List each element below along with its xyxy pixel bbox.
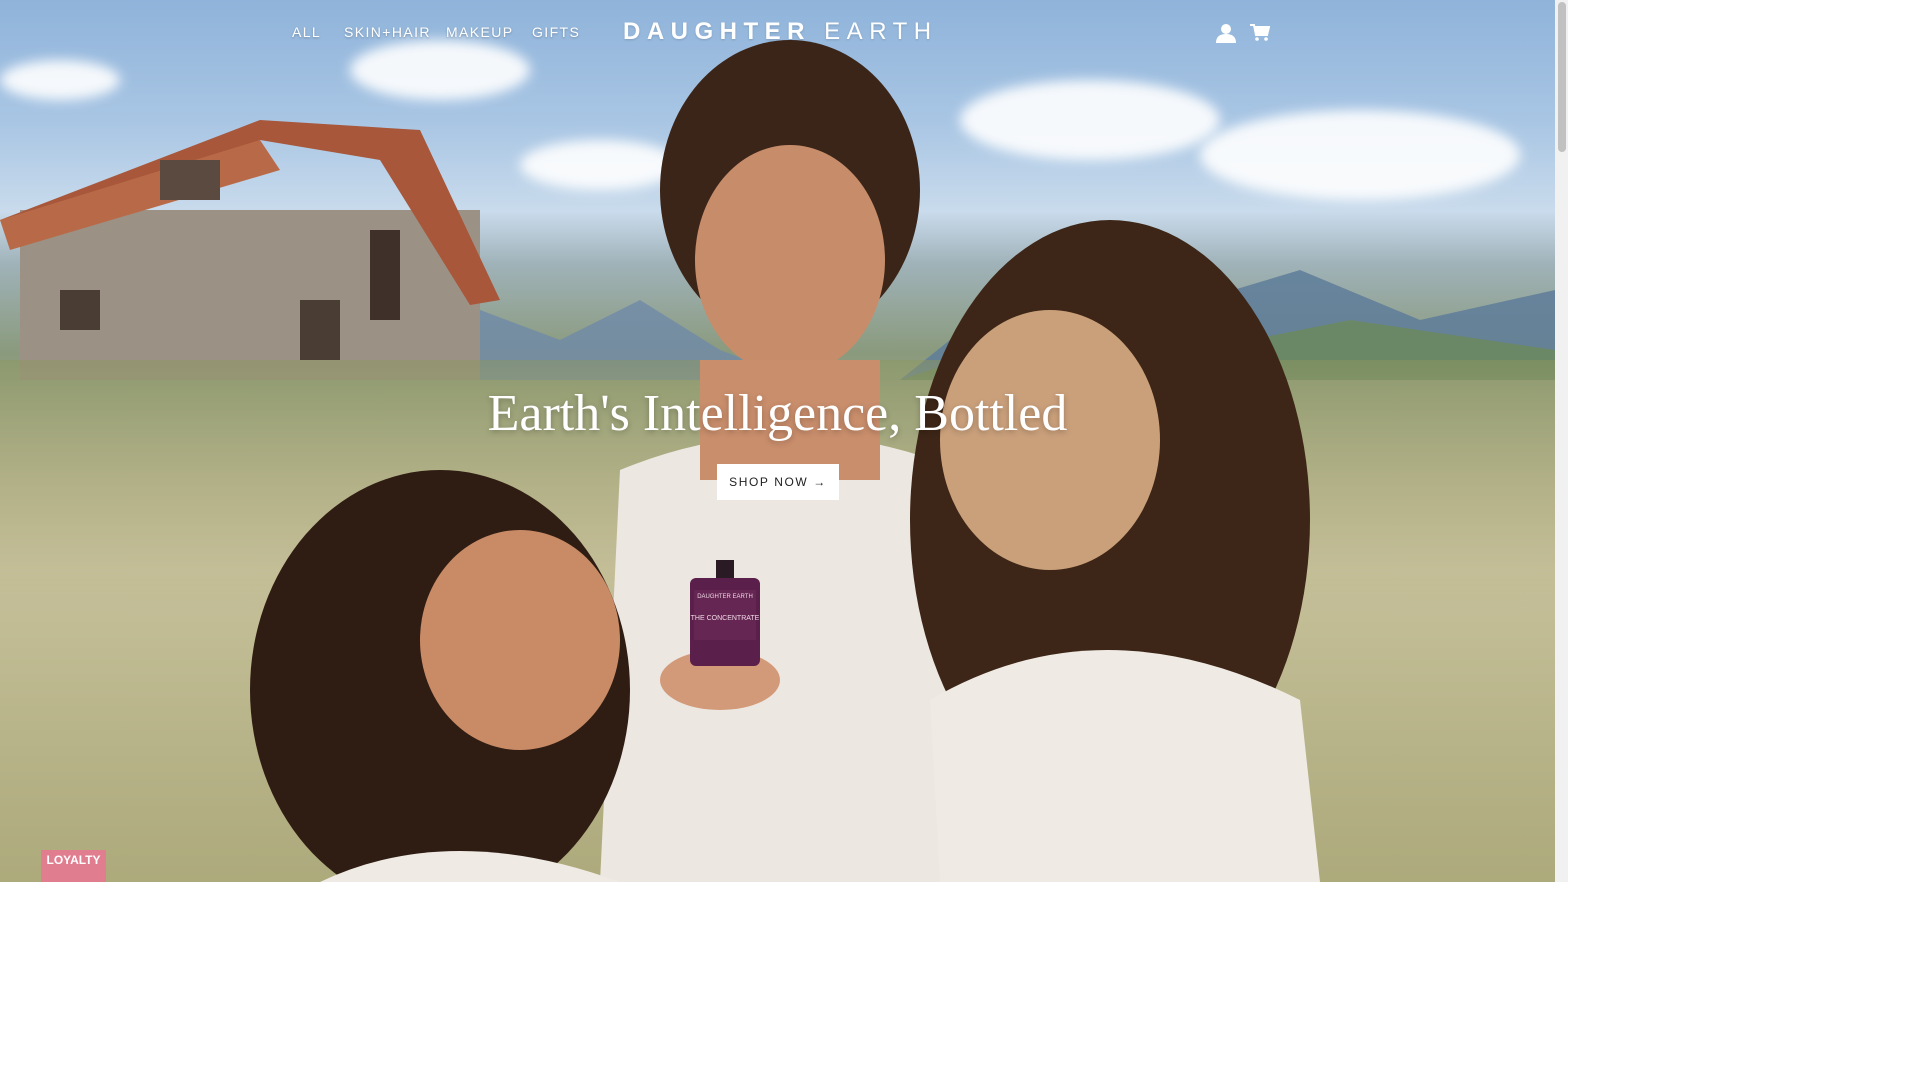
shop-now-button[interactable]: SHOP NOW → — [717, 464, 839, 500]
nav-link-gifts[interactable]: GIFTS — [532, 24, 580, 40]
bottle-brand-text: DAUGHTER EARTH — [697, 594, 753, 600]
cart-icon — [1250, 24, 1270, 41]
scrollbar[interactable] — [1555, 0, 1568, 882]
bottle-label: DAUGHTER EARTH THE CONCENTRATE — [690, 593, 760, 623]
brand-logo[interactable]: DAUGHTER EARTH — [623, 18, 935, 46]
user-icon — [1216, 24, 1236, 43]
page: DAUGHTER EARTH THE CONCENTRATE ALL SKIN+… — [0, 0, 1568, 882]
cart-button[interactable] — [1247, 20, 1273, 46]
scrollbar-thumb[interactable] — [1558, 2, 1566, 152]
top-navigation: ALL SKIN+HAIR MAKEUP GIFTS DAUGHTER EART… — [0, 0, 1555, 68]
nav-link-makeup[interactable]: MAKEUP — [446, 24, 514, 40]
account-button[interactable] — [1213, 20, 1239, 46]
logo-word-earth: EARTH — [824, 18, 938, 45]
nav-link-all[interactable]: ALL — [292, 24, 321, 40]
loyalty-tab[interactable]: LOYALTY — [41, 850, 106, 882]
hero-headline: Earth's Intelligence, Bottled — [487, 385, 1068, 442]
bottle-product-text: THE CONCENTRATE — [690, 615, 760, 622]
nav-link-skin-hair[interactable]: SKIN+HAIR — [344, 24, 431, 40]
logo-word-daughter: DAUGHTER — [623, 18, 811, 45]
